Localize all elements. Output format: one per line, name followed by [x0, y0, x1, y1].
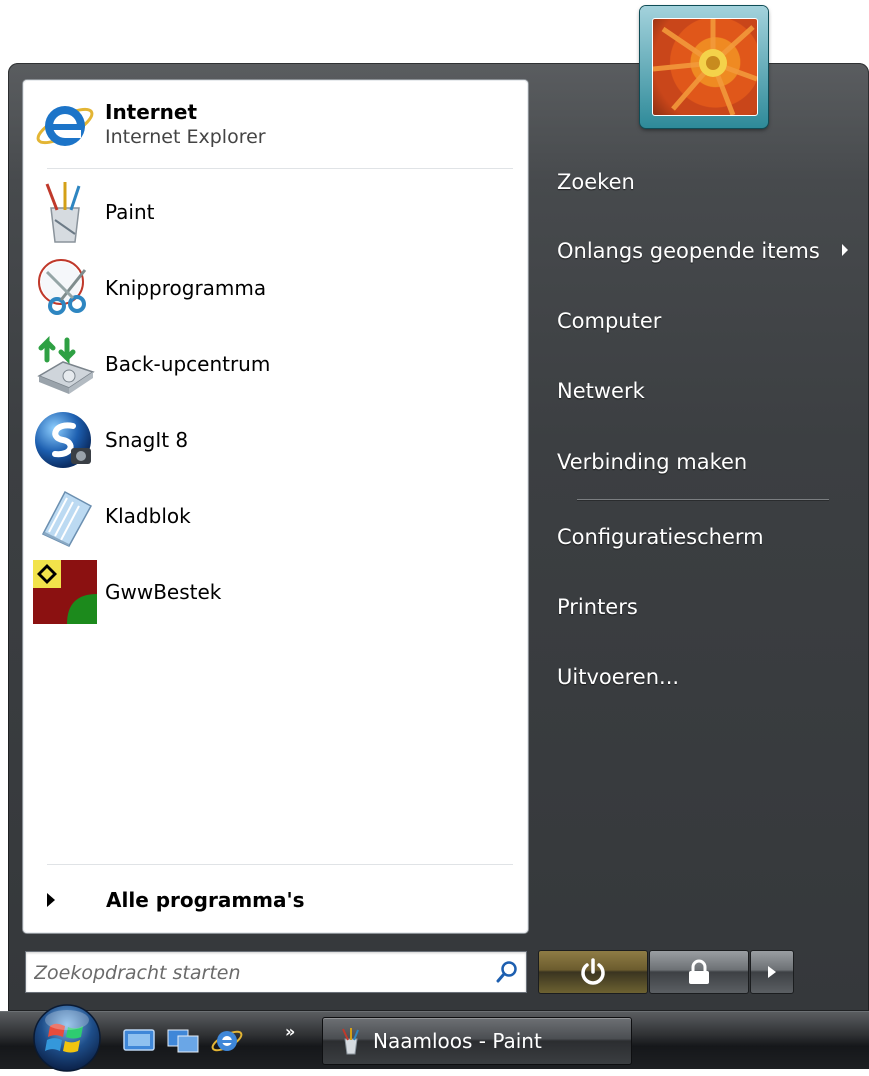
pinned-item-text: Internet Internet Explorer [105, 100, 266, 148]
internet-explorer-icon [33, 92, 97, 156]
lock-icon [689, 959, 709, 984]
recent-item-backupcentrum[interactable]: Back-upcentrum [33, 328, 518, 400]
programs-pane: Internet Internet Explorer Paint Knippro… [23, 80, 528, 933]
recent-item-text: Back-upcentrum [105, 352, 270, 376]
submenu-arrow-icon [842, 244, 848, 256]
show-desktop-icon[interactable] [122, 1026, 156, 1054]
recent-item-text: SnagIt 8 [105, 428, 188, 452]
search-box [25, 951, 527, 993]
right-pane-separator [577, 499, 829, 500]
all-programs-label: Alle programma's [106, 888, 305, 912]
recent-item-label: Paint [105, 200, 155, 224]
right-item-uitvoeren[interactable]: Uitvoeren... [548, 657, 848, 697]
recent-item-label: Kladblok [105, 504, 191, 528]
search-input[interactable] [32, 956, 476, 990]
search-icon[interactable] [496, 960, 518, 988]
recent-item-knipprogramma[interactable]: Knipprogramma [33, 252, 518, 324]
right-item-zoeken[interactable]: Zoeken [548, 162, 848, 202]
shutdown-options-button[interactable] [750, 950, 794, 994]
taskbar-window-button[interactable]: Naamloos - Paint [322, 1017, 632, 1065]
recent-item-label: GwwBestek [105, 580, 222, 604]
backup-icon [33, 332, 97, 396]
recent-item-label: Back-upcentrum [105, 352, 271, 376]
pinned-item-title: Internet [105, 100, 198, 124]
right-item-printers[interactable]: Printers [548, 587, 848, 627]
recent-item-paint[interactable]: Paint [33, 176, 518, 248]
recent-item-snagit[interactable]: SnagIt 8 [33, 404, 518, 476]
recent-item-gwwbestek[interactable]: GwwBestek [33, 556, 518, 628]
quick-launch [122, 1026, 244, 1054]
recent-item-kladblok[interactable]: Kladblok [33, 480, 518, 552]
all-programs-button[interactable]: Alle programma's [33, 877, 518, 923]
pinned-item-internet[interactable]: Internet Internet Explorer [33, 88, 518, 160]
user-picture[interactable] [640, 6, 768, 128]
start-button[interactable] [26, 1000, 108, 1072]
all-programs-separator [47, 864, 513, 865]
right-item-configuratiescherm[interactable]: Configuratiescherm [548, 517, 848, 557]
internet-explorer-icon[interactable] [210, 1026, 244, 1054]
right-item-label: Computer [557, 309, 662, 333]
right-item-label: Configuratiescherm [557, 525, 764, 549]
recent-item-text: GwwBestek [105, 580, 221, 604]
recent-item-text: Kladblok [105, 504, 191, 528]
snagit-icon [33, 408, 97, 472]
right-item-netwerk[interactable]: Netwerk [548, 371, 848, 411]
right-item-label: Printers [557, 595, 638, 619]
right-item-computer[interactable]: Computer [548, 301, 848, 341]
quick-launch-chevron[interactable]: » [285, 1022, 295, 1041]
right-item-label: Onlangs geopende items [557, 239, 820, 263]
arrow-right-icon [47, 893, 55, 907]
paint-icon [337, 1027, 363, 1055]
right-item-label: Verbinding maken [557, 450, 748, 474]
paint-icon [33, 180, 97, 244]
right-item-label: Zoeken [557, 170, 635, 194]
right-item-verbinding-maken[interactable]: Verbinding maken [548, 442, 848, 482]
switch-windows-icon[interactable] [166, 1026, 200, 1054]
pinned-item-subtitle: Internet Explorer [105, 126, 266, 148]
power-button-group [538, 950, 798, 996]
gwwbestek-icon [33, 560, 97, 624]
recent-item-text: Paint [105, 200, 155, 224]
right-item-label: Uitvoeren... [557, 665, 680, 689]
power-button[interactable] [538, 950, 648, 994]
recent-item-text: Knipprogramma [105, 276, 266, 300]
recent-item-label: Knipprogramma [105, 276, 267, 300]
right-item-label: Netwerk [557, 379, 645, 403]
recent-item-label: SnagIt 8 [105, 428, 189, 452]
right-item-onlangs-geopend[interactable]: Onlangs geopende items [548, 231, 848, 271]
flower-image [652, 18, 758, 116]
power-icon [581, 958, 605, 985]
pinned-separator [47, 168, 513, 169]
notepad-icon [33, 484, 97, 548]
taskbar-window-label: Naamloos - Paint [373, 1029, 542, 1053]
lock-button[interactable] [649, 950, 749, 994]
arrow-right-icon [768, 966, 776, 978]
scissors-icon [33, 256, 97, 320]
